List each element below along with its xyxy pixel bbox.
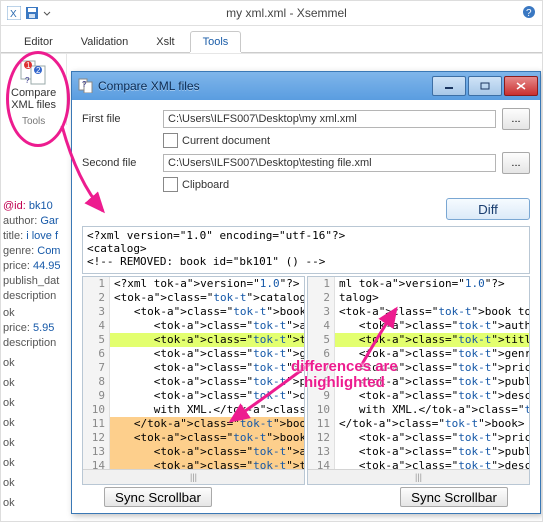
svg-text:?: ? xyxy=(82,80,87,89)
maximize-button[interactable] xyxy=(468,76,502,96)
tab-xslt[interactable]: Xslt xyxy=(143,31,187,52)
help-icon[interactable]: ? xyxy=(522,5,536,22)
window-title: my xml.xml - Xsemmel xyxy=(51,6,522,20)
second-file-label: Second file xyxy=(82,157,157,169)
minimize-button[interactable] xyxy=(432,76,466,96)
clipboard-label: Clipboard xyxy=(182,179,229,191)
app-icon: X xyxy=(7,6,21,20)
qat-dropdown-icon[interactable] xyxy=(43,6,51,20)
close-button[interactable] xyxy=(504,76,538,96)
left-diff-pane[interactable]: 1<?xml tok-a">version="1.0"?>2<tok-a">cl… xyxy=(82,276,305,485)
left-scrollbar[interactable]: ||| xyxy=(83,469,304,484)
compare-dialog: ? Compare XML files First file ... Curre… xyxy=(71,71,541,514)
dialog-title: Compare XML files xyxy=(98,79,432,93)
diff-header-view[interactable]: <?xml version="1.0" encoding="utf-16"?> … xyxy=(82,226,530,274)
second-file-browse-button[interactable]: ... xyxy=(502,152,530,174)
svg-text:X: X xyxy=(10,9,17,20)
current-document-checkbox[interactable] xyxy=(163,133,178,148)
svg-text:?: ? xyxy=(526,8,532,19)
right-diff-pane[interactable]: 1ml tok-a">version="1.0"?>2talog>3<tok-a… xyxy=(307,276,530,485)
sync-scrollbar-left-button[interactable]: Sync Scrollbar xyxy=(104,487,212,507)
second-file-input[interactable] xyxy=(163,154,496,172)
annotation-oval xyxy=(6,51,70,147)
save-icon[interactable] xyxy=(25,6,39,20)
clipboard-checkbox[interactable] xyxy=(163,177,178,192)
tab-validation[interactable]: Validation xyxy=(68,31,142,52)
first-file-browse-button[interactable]: ... xyxy=(502,108,530,130)
current-document-label: Current document xyxy=(182,135,270,147)
diff-button[interactable]: Diff xyxy=(446,198,530,220)
tab-tools[interactable]: Tools xyxy=(190,31,242,52)
tab-editor[interactable]: Editor xyxy=(11,31,66,52)
first-file-input[interactable] xyxy=(163,110,496,128)
main-titlebar: X my xml.xml - Xsemmel ? xyxy=(1,1,542,26)
sync-scrollbar-right-button[interactable]: Sync Scrollbar xyxy=(400,487,508,507)
first-file-label: First file xyxy=(82,113,157,125)
right-scrollbar[interactable]: ||| xyxy=(308,469,529,484)
dialog-titlebar[interactable]: ? Compare XML files xyxy=(72,72,540,100)
dialog-icon: ? xyxy=(78,77,94,96)
ribbon-tabs: Editor Validation Xslt Tools xyxy=(1,26,542,53)
